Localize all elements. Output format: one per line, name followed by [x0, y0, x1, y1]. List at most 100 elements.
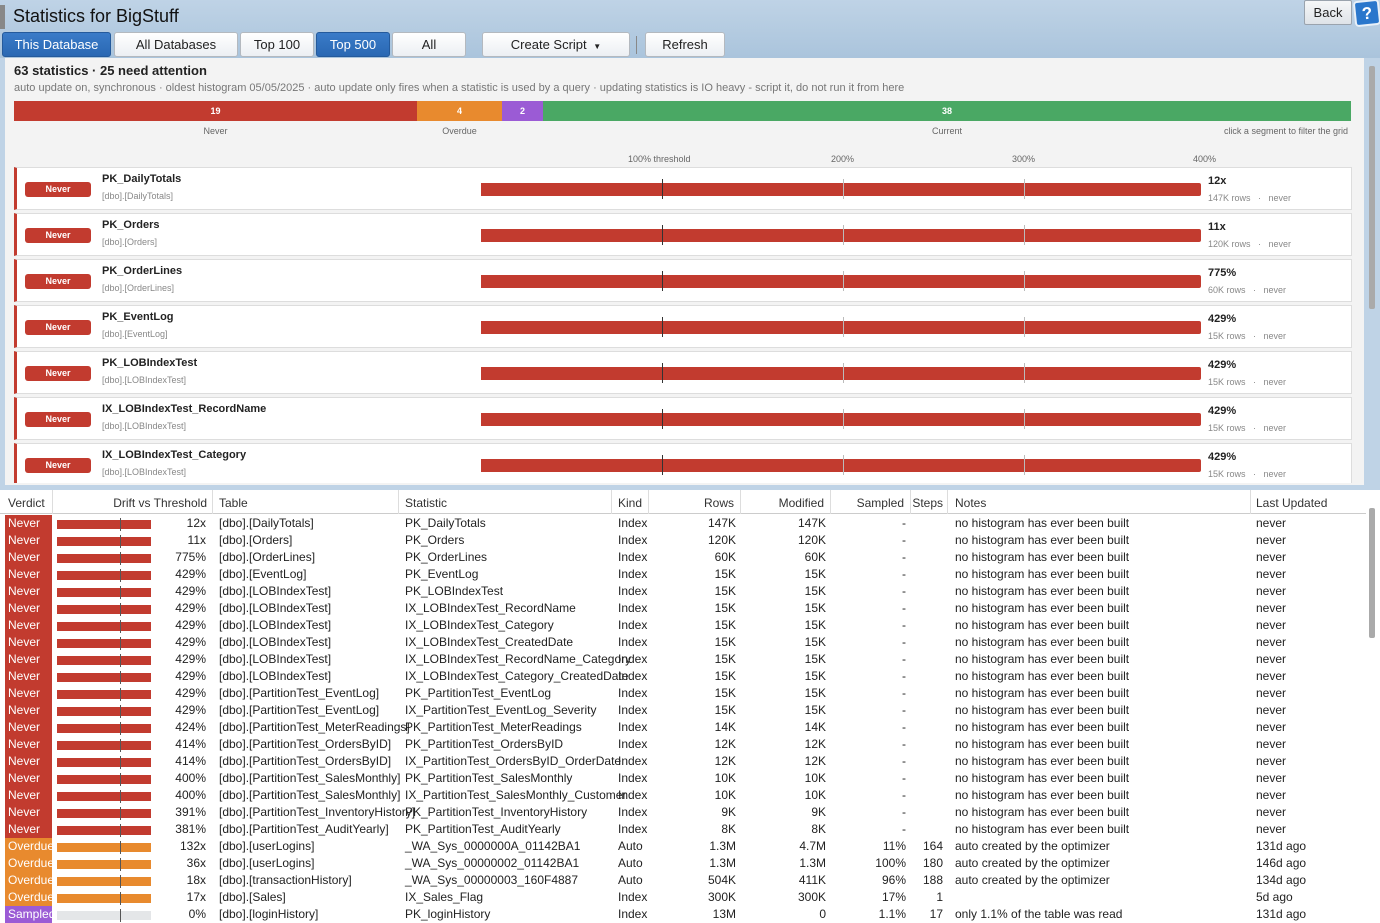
- table-row[interactable]: Never 12x [dbo].[DailyTotals] PK_DailyTotal…: [0, 515, 1366, 532]
- table-row[interactable]: Never 424% [dbo].[PartitionTest_MeterReadi…: [0, 719, 1366, 736]
- column-divider[interactable]: [212, 490, 213, 514]
- column-divider[interactable]: [52, 490, 53, 514]
- statistic-cell: IX_PartitionTest_SalesMonthly_Customer: [405, 788, 627, 802]
- all-databases-button[interactable]: All Databases: [114, 32, 238, 57]
- sampled-cell: -: [902, 686, 906, 700]
- help-icon[interactable]: ?: [1352, 0, 1380, 28]
- segment-sampled[interactable]: 2: [502, 101, 543, 121]
- verdict-pill: Never: [25, 320, 91, 335]
- drift-bar-track: [57, 705, 151, 718]
- table-row[interactable]: Never 429% [dbo].[LOBIndexTest] PK_LOBIndex…: [0, 583, 1366, 600]
- drift-bar-track: [57, 858, 151, 871]
- column-divider[interactable]: [910, 490, 911, 514]
- create-script-button[interactable]: Create Script ▼: [482, 32, 630, 57]
- table-row[interactable]: Never 400% [dbo].[PartitionTest_SalesMonth…: [0, 770, 1366, 787]
- this-database-button[interactable]: This Database: [2, 32, 111, 57]
- top-100-button[interactable]: Top 100: [240, 32, 314, 57]
- table-row[interactable]: Never 775% [dbo].[OrderLines] PK_OrderLines…: [0, 549, 1366, 566]
- table-row[interactable]: Never 429% [dbo].[EventLog] PK_EventLog Inde…: [0, 566, 1366, 583]
- table-name: [dbo].[OrderLines]: [102, 283, 175, 293]
- updated-cell: 131d ago: [1256, 839, 1307, 853]
- row-count: 120K rows: [1208, 239, 1251, 249]
- drift-value: 391%: [175, 805, 206, 819]
- column-divider[interactable]: [398, 490, 399, 514]
- table-row[interactable]: Overdue 17x [dbo].[Sales] IX_Sales_Flag Inde…: [0, 889, 1366, 906]
- verdict-cell: Never: [5, 515, 52, 532]
- drift-bar-fill: [57, 588, 151, 597]
- column-header[interactable]: Last Updated: [1256, 496, 1327, 510]
- column-header[interactable]: Notes: [955, 496, 986, 510]
- modified-cell: 10K: [804, 771, 826, 785]
- back-button[interactable]: Back: [1304, 0, 1352, 25]
- column-header[interactable]: Rows: [704, 496, 734, 510]
- column-divider[interactable]: [740, 490, 741, 514]
- drift-card[interactable]: Never IX_LOBIndexTest_RecordName [dbo].[LO…: [14, 397, 1352, 440]
- drift-bar-track: [57, 875, 151, 888]
- refresh-button[interactable]: Refresh: [645, 32, 725, 57]
- segment-overdue[interactable]: 4: [417, 101, 502, 121]
- column-divider[interactable]: [947, 490, 948, 514]
- grid-header: Verdict Drift vs Threshold Table Statistic K…: [0, 490, 1366, 514]
- sampled-cell: -: [902, 737, 906, 751]
- drift-card[interactable]: Never IX_LOBIndexTest_Category [dbo].[LOBI…: [14, 443, 1352, 483]
- column-header[interactable]: Modified: [779, 496, 824, 510]
- last-updated: never: [1263, 331, 1287, 341]
- table-row[interactable]: Overdue 18x [dbo].[transactionHistory] _WA_…: [0, 872, 1366, 889]
- column-divider[interactable]: [648, 490, 649, 514]
- threshold-line: [662, 317, 663, 337]
- column-header[interactable]: Steps: [912, 496, 943, 510]
- table-row[interactable]: Never 429% [dbo].[PartitionTest_EventLog] I…: [0, 702, 1366, 719]
- top-500-button[interactable]: Top 500: [316, 32, 390, 57]
- kind-cell: Index: [618, 533, 648, 547]
- segment-current[interactable]: 38: [543, 101, 1351, 121]
- drift-card[interactable]: Never PK_EventLog [dbo].[EventLog] 429% 15K …: [14, 305, 1352, 348]
- column-header[interactable]: Kind: [618, 496, 642, 510]
- column-header[interactable]: Statistic: [405, 496, 447, 510]
- summary-scrollbar[interactable]: [1369, 66, 1375, 309]
- segment-never[interactable]: 19: [14, 101, 417, 121]
- summary-title: 63 statistics · 25 need attention: [14, 63, 207, 78]
- all-button[interactable]: All: [392, 32, 466, 57]
- drift-card[interactable]: Never PK_Orders [dbo].[Orders] 11x 120K rows…: [14, 213, 1352, 256]
- grid-scrollbar[interactable]: [1369, 508, 1375, 638]
- table-row[interactable]: Overdue 36x [dbo].[userLogins] _WA_Sys_0000…: [0, 855, 1366, 872]
- kind-cell: Index: [618, 584, 648, 598]
- table-row[interactable]: Never 429% [dbo].[LOBIndexTest] IX_LOBIndex…: [0, 634, 1366, 651]
- drift-value: 429%: [175, 584, 206, 598]
- column-divider[interactable]: [1250, 490, 1251, 514]
- rows-cell: 1.3M: [709, 839, 736, 853]
- updated-cell: never: [1256, 550, 1287, 564]
- threshold-line-300: [1024, 409, 1025, 429]
- table-row[interactable]: Never 429% [dbo].[LOBIndexTest] IX_LOBIndex…: [0, 651, 1366, 668]
- table-row[interactable]: Overdue 132x [dbo].[userLogins] _WA_Sys_000…: [0, 838, 1366, 855]
- column-header[interactable]: Drift vs Threshold: [113, 496, 207, 510]
- table-row[interactable]: Never 429% [dbo].[LOBIndexTest] IX_LOBIndex…: [0, 617, 1366, 634]
- row-count: 15K rows: [1208, 423, 1246, 433]
- table-row[interactable]: Never 11x [dbo].[Orders] PK_Orders Index 120K…: [0, 532, 1366, 549]
- verdict-cell: Never: [5, 532, 52, 549]
- drift-bar-track: [57, 603, 151, 616]
- table-row[interactable]: Never 391% [dbo].[PartitionTest_InventoryH…: [0, 804, 1366, 821]
- statistic-cell: _WA_Sys_0000000A_01142BA1: [405, 839, 581, 853]
- drift-bar-track: [57, 739, 151, 752]
- column-header[interactable]: Sampled: [857, 496, 904, 510]
- last-updated: never: [1263, 423, 1287, 433]
- table-name: [dbo].[LOBIndexTest]: [102, 375, 187, 385]
- statistic-cell: IX_LOBIndexTest_Category: [405, 618, 554, 632]
- column-divider[interactable]: [611, 490, 612, 514]
- table-row[interactable]: Never 414% [dbo].[PartitionTest_OrdersByID…: [0, 753, 1366, 770]
- table-row[interactable]: Never 381% [dbo].[PartitionTest_AuditYearl…: [0, 821, 1366, 838]
- table-row[interactable]: Never 429% [dbo].[LOBIndexTest] IX_LOBIndex…: [0, 600, 1366, 617]
- table-row[interactable]: Never 429% [dbo].[LOBIndexTest] IX_LOBIndex…: [0, 668, 1366, 685]
- table-row[interactable]: Never 429% [dbo].[PartitionTest_EventLog] P…: [0, 685, 1366, 702]
- column-divider[interactable]: [830, 490, 831, 514]
- drift-card[interactable]: Never PK_LOBIndexTest [dbo].[LOBIndexTest]…: [14, 351, 1352, 394]
- statistic-name: PK_DailyTotals: [102, 173, 182, 185]
- column-header[interactable]: Verdict: [8, 496, 45, 510]
- table-row[interactable]: Sampled 0% [dbo].[loginHistory] PK_loginHis…: [0, 906, 1366, 923]
- table-row[interactable]: Never 414% [dbo].[PartitionTest_OrdersByID…: [0, 736, 1366, 753]
- drift-card[interactable]: Never PK_OrderLines [dbo].[OrderLines] 775%…: [14, 259, 1352, 302]
- table-row[interactable]: Never 400% [dbo].[PartitionTest_SalesMonth…: [0, 787, 1366, 804]
- column-header[interactable]: Table: [219, 496, 248, 510]
- drift-card[interactable]: Never PK_DailyTotals [dbo].[DailyTotals] 12…: [14, 167, 1352, 210]
